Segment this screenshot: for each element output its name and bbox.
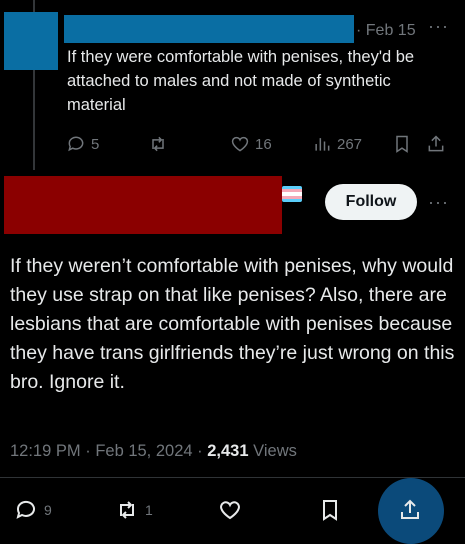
reply-bookmark-button[interactable]	[392, 134, 412, 154]
main-author-redacted[interactable]	[4, 176, 282, 234]
reply-author-redacted[interactable]	[64, 15, 354, 43]
repost-icon	[152, 136, 164, 152]
share-icon	[428, 135, 444, 152]
main-action-bar: 9 1	[0, 498, 465, 526]
main-comment-count: 9	[44, 502, 52, 518]
post-meta: 12:19 PM · Feb 15, 2024 · 2,431 Views	[10, 442, 297, 460]
reply-more-icon[interactable]: ···	[428, 16, 449, 37]
main-repost-count: 1	[145, 502, 153, 518]
main-comment-button[interactable]: 9	[14, 498, 52, 522]
divider	[0, 477, 465, 478]
post-time[interactable]: 12:19 PM	[10, 442, 81, 460]
main-bookmark-button[interactable]	[318, 498, 342, 522]
repost-icon	[120, 501, 134, 519]
bookmark-icon	[396, 135, 408, 153]
share-icon	[401, 499, 419, 519]
analytics-icon	[315, 138, 330, 151]
reply-share-button[interactable]	[426, 134, 446, 154]
reply-avatar-redacted[interactable]	[4, 12, 58, 70]
reply-views-button[interactable]: 267	[312, 134, 362, 154]
main-more-icon[interactable]: ···	[428, 192, 449, 213]
heart-icon	[220, 501, 240, 520]
reply-date[interactable]: · Feb 15	[356, 22, 416, 40]
follow-button[interactable]: Follow	[325, 184, 417, 220]
view-count: 2,431	[207, 442, 249, 460]
reply-comment-button[interactable]: 5	[66, 134, 99, 154]
reply-comment-count: 5	[91, 135, 100, 153]
trans-flag-emoji	[282, 186, 302, 202]
main-share-button[interactable]	[398, 498, 422, 522]
reply-repost-button[interactable]	[148, 134, 168, 154]
reply-like-button[interactable]: 16	[230, 134, 272, 154]
comment-icon	[16, 500, 35, 519]
post-date[interactable]: Feb 15, 2024	[95, 442, 192, 460]
reply-text: If they were comfortable with penises, t…	[67, 48, 415, 114]
views-label: Views	[253, 442, 297, 460]
main-post-text: If they weren’t comfortable with penises…	[10, 255, 455, 393]
main-repost-button[interactable]: 1	[115, 498, 153, 522]
reply-like-count: 16	[255, 135, 272, 153]
reply-action-bar: 5 16 267	[66, 134, 456, 156]
comment-icon	[68, 136, 84, 152]
bookmark-icon	[323, 500, 337, 521]
reply-view-count: 267	[337, 135, 363, 153]
main-like-button[interactable]	[218, 498, 242, 522]
heart-icon	[231, 136, 249, 152]
